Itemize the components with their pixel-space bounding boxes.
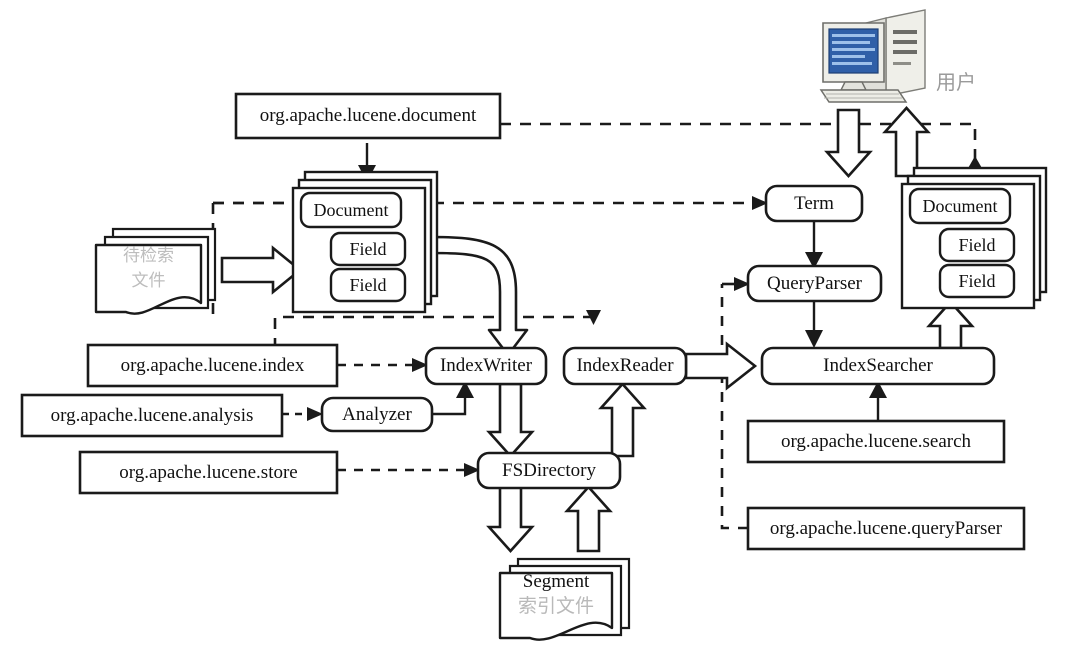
block-arrow-indexreader-to-indexsearcher <box>684 341 758 391</box>
arrow-term-to-queryparser <box>805 222 823 269</box>
block-arrow-fsdirectory-to-segment <box>486 485 535 553</box>
block-arrow-segment-to-fsdirectory <box>564 485 613 553</box>
dashed-route-analysis-to-analyzer <box>282 407 323 421</box>
block-arrow-results-to-user <box>882 106 931 178</box>
diagram-canvas: org.apache.lucene.document org.apache.lu… <box>0 0 1080 652</box>
block-arrow-documents-to-indexwriter <box>430 235 529 357</box>
left-document-stack <box>291 170 439 314</box>
arrow-analyzer-to-indexwriter <box>431 381 474 416</box>
block-arrow-fsdirectory-to-indexreader <box>598 382 647 458</box>
arrow-searchpkg-to-indexsearcher <box>869 381 887 420</box>
dashed-route-store-to-fsdirectory <box>337 463 480 477</box>
computer-icon <box>819 9 926 103</box>
dashed-route-queryparser-to-queryparser-node <box>720 277 750 530</box>
block-arrow-source-to-documents <box>220 245 303 295</box>
source-file-stack-icon <box>94 227 217 315</box>
diagram-vector-layer <box>20 9 1048 641</box>
block-arrow-indexwriter-to-fsdirectory <box>486 382 535 458</box>
dashed-route-index-region <box>273 310 601 349</box>
arrow-queryparser-to-indexsearcher <box>805 301 823 348</box>
dashed-route-index-to-indexwriter <box>337 358 428 372</box>
right-document-stack <box>900 166 1048 310</box>
block-arrow-user-to-query <box>824 108 873 178</box>
segment-file-stack-icon <box>498 557 631 641</box>
